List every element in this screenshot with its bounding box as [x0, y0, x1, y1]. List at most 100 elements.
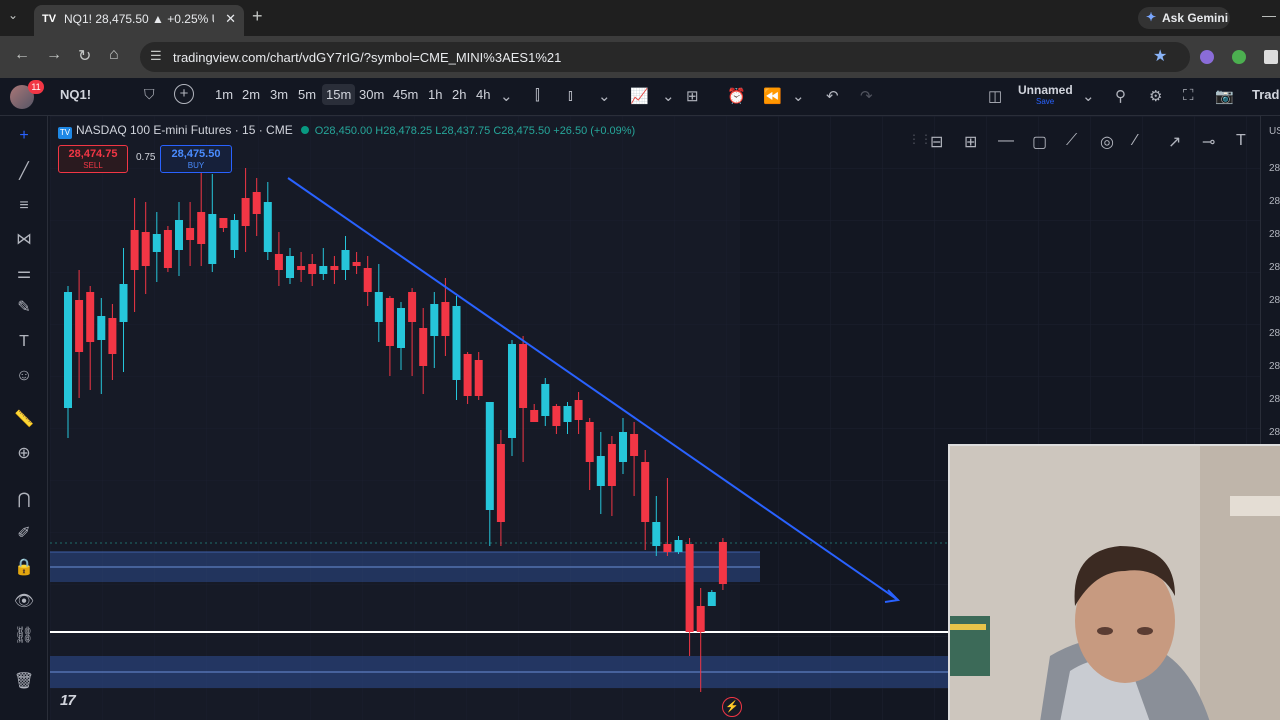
candle-body [64, 292, 72, 408]
horizontal-line-icon[interactable]: — [998, 132, 1014, 150]
brush-icon[interactable]: ✎ [12, 296, 36, 320]
magnet-icon[interactable]: ⋂ [12, 488, 36, 512]
timeframe-15m[interactable]: 15m [322, 84, 356, 105]
replay-dropdown-icon[interactable]: ⌄ [792, 87, 805, 105]
close-tab-icon[interactable]: ✕ [225, 11, 236, 27]
price-tick: 28 [1269, 361, 1280, 372]
reload-icon[interactable]: ↻ [78, 46, 91, 66]
indicators-dropdown-icon[interactable]: ⌄ [662, 87, 675, 105]
redo-icon[interactable]: ↷ [860, 87, 873, 105]
timeframe-45m[interactable]: 45m [393, 87, 418, 102]
candles-chart-type-icon[interactable]: ⫾ [568, 87, 573, 104]
fullscreen-icon[interactable]: ⛶ [1183, 87, 1194, 104]
chart-legend: TV NASDAQ 100 E-mini Futures · 15 · CME O2… [58, 123, 635, 139]
browser-tab[interactable]: TV NQ1! 28,475.50 ▲ +0.25% Unn ✕ [34, 5, 244, 36]
layout-grid-icon[interactable]: ⊞ [686, 87, 699, 105]
layout-split-icon[interactable]: ◫ [988, 87, 1002, 105]
extensions-menu-icon[interactable] [1264, 50, 1278, 64]
back-icon[interactable]: ← [14, 46, 30, 64]
chart-type-dropdown-icon[interactable]: ⌄ [598, 87, 611, 105]
timeframe-5m[interactable]: 5m [298, 87, 316, 102]
ray-icon[interactable]: ⁄ [1134, 132, 1137, 150]
zoom-in-icon[interactable]: ⊕ [12, 442, 36, 466]
webcam-overlay [948, 444, 1280, 720]
timeframe-30m[interactable]: 30m [359, 87, 384, 102]
text-tool-icon[interactable]: T [12, 330, 36, 354]
candle-body [463, 354, 472, 396]
tradingview-favicon-icon: TV [42, 13, 57, 25]
prediction-tools-icon[interactable]: ⚌ [12, 262, 36, 286]
link-icon[interactable]: ⛓ [12, 624, 36, 648]
undo-icon[interactable]: ↶ [826, 87, 839, 105]
settings-icon[interactable]: ⚙ [1149, 87, 1162, 105]
forward-icon[interactable]: → [46, 46, 62, 64]
trade-button[interactable]: Trad [1252, 87, 1279, 102]
position-tool-icon[interactable]: ⊟ [930, 132, 943, 152]
extended-line-icon[interactable]: ↗ [1168, 132, 1181, 152]
bookmark-star-icon[interactable]: ★ [1153, 46, 1167, 66]
trash-icon[interactable]: 🗑 [12, 670, 36, 694]
site-info-icon[interactable]: ☰ [150, 48, 162, 64]
buy-button[interactable]: 28,475.50 BUY [160, 145, 232, 173]
pitchfork-icon[interactable]: ⊞ [964, 132, 977, 152]
extension-icon[interactable] [1232, 50, 1246, 64]
candle-body [363, 268, 372, 292]
layout-save-label[interactable]: Save [1036, 97, 1054, 106]
timeframe-1h[interactable]: 1h [428, 87, 442, 102]
circle-icon[interactable]: ◎ [1100, 132, 1114, 152]
alert-icon[interactable]: ⏰ [727, 87, 746, 105]
lock-drawings-icon[interactable]: 🔒 [12, 556, 36, 580]
crosshair-icon[interactable]: + [12, 124, 36, 148]
compare-symbol-icon[interactable]: + [174, 84, 194, 104]
fib-retracement-icon[interactable]: ≡ [12, 194, 36, 218]
symbol-name[interactable]: NQ1! [60, 87, 91, 102]
text-icon[interactable]: T [1236, 132, 1246, 150]
path-icon[interactable]: ⟋ [1066, 132, 1077, 150]
timeframe-2m[interactable]: 2m [242, 87, 260, 102]
legend-symbol[interactable]: NASDAQ 100 E-mini Futures · 15 · CME [76, 123, 293, 137]
hide-drawings-icon[interactable]: 👁 [12, 590, 36, 614]
extension-icon[interactable] [1200, 50, 1214, 64]
symbol-search-icon[interactable]: ⛉ [144, 86, 155, 103]
tab-search-icon[interactable]: ⌄ [8, 8, 18, 22]
candle-body [652, 522, 661, 546]
timeframe-2h[interactable]: 2h [452, 87, 466, 102]
new-tab-icon[interactable]: + [252, 6, 263, 27]
timeframe-1m[interactable]: 1m [215, 87, 233, 102]
timeframe-4h[interactable]: 4h [476, 87, 490, 102]
snapshot-camera-icon[interactable]: 📷 [1215, 87, 1234, 105]
candle-body [496, 444, 505, 522]
ask-gemini-button[interactable]: ✦ Ask Gemini [1138, 7, 1230, 29]
floating-drawing-toolbar: ⋮⋮ ⊟ ⊞ — ▢ ⟋ ◎ ⁄ ↗ ⊸ T [900, 128, 1272, 158]
drag-handle-icon[interactable]: ⋮⋮ [908, 132, 932, 146]
rectangle-icon[interactable]: ▢ [1032, 132, 1047, 152]
layout-name[interactable]: Unnamed [1018, 83, 1073, 97]
price-tick: 28 [1269, 328, 1280, 339]
trend-line-icon[interactable]: ╱ [12, 160, 36, 184]
buy-price: 28,475.50 [171, 148, 221, 160]
emoji-icon[interactable]: ☺ [12, 364, 36, 388]
sell-button[interactable]: 28,474.75 SELL [58, 145, 128, 173]
bar-chart-type-icon[interactable]: ⫿ [535, 87, 540, 104]
candle-body [263, 202, 272, 252]
candle-body [141, 232, 150, 266]
buy-label: BUY [187, 161, 205, 170]
ruler-icon[interactable]: 📏 [12, 408, 36, 432]
timeframe-dropdown-icon[interactable]: ⌄ [500, 87, 513, 105]
address-bar[interactable]: ☰ tradingview.com/chart/vdGY7rIG/?symbol… [140, 42, 1190, 72]
quick-search-icon[interactable]: ⚲ [1115, 87, 1126, 105]
candle-body [319, 266, 328, 274]
pattern-icon[interactable]: ⋈ [12, 228, 36, 252]
candle-body [641, 462, 650, 522]
minimize-icon[interactable]: — [1262, 7, 1276, 23]
ask-gemini-label: Ask Gemini [1162, 11, 1229, 25]
go-to-realtime-icon[interactable]: ⚡ [722, 697, 742, 717]
indicators-icon[interactable]: 📈 [630, 87, 649, 105]
timeframe-3m[interactable]: 3m [270, 87, 288, 102]
price-tick: US [1269, 126, 1280, 137]
replay-icon[interactable]: ⏪ [763, 87, 782, 105]
horizontal-ray-icon[interactable]: ⊸ [1202, 132, 1215, 152]
layout-dropdown-icon[interactable]: ⌄ [1082, 87, 1095, 105]
home-icon[interactable]: ⌂ [109, 46, 119, 64]
stay-in-drawing-mode-icon[interactable]: ✐ [12, 522, 36, 546]
